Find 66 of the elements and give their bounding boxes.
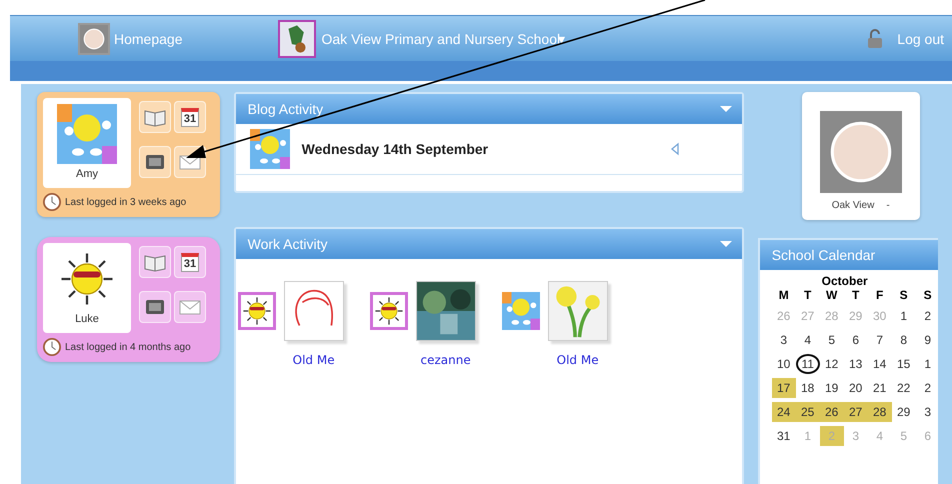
calendar-day[interactable]: 1 [916, 354, 940, 374]
calendar-day[interactable]: 1 [892, 306, 916, 326]
calendar-day[interactable]: 17 [772, 378, 796, 398]
calendar-day[interactable]: 3 [772, 330, 796, 350]
calendar-icon: 31 [180, 252, 200, 272]
book-button[interactable] [139, 101, 171, 133]
weekday-label: W [825, 288, 838, 302]
calendar-day[interactable]: 2 [916, 306, 940, 326]
collapse-icon[interactable] [720, 241, 732, 247]
work-title-link[interactable]: Old Me [556, 353, 599, 367]
expand-icon[interactable] [670, 142, 680, 156]
pupil-name: Luke [75, 313, 99, 325]
calendar-day[interactable]: 15 [892, 354, 916, 374]
calendar-day[interactable]: 24 [772, 402, 796, 422]
pupil-name: Amy [76, 168, 98, 180]
calendar-day[interactable]: 4 [796, 330, 820, 350]
weekday-label: T [851, 288, 860, 302]
calendar-day[interactable]: 11 [796, 354, 820, 374]
calendar-day[interactable]: 22 [892, 378, 916, 398]
calendar-day[interactable]: 19 [820, 378, 844, 398]
pupil-card[interactable]: Luke 31 Last logged in 4 months ago [37, 237, 220, 362]
pupil-card[interactable]: Amy 31 Last logged in 3 weeks ago [37, 92, 220, 217]
panel-title: School Calendar [772, 247, 876, 263]
weekday-label: T [803, 288, 812, 302]
calendar-day[interactable]: 29 [892, 402, 916, 422]
weekday-label: S [898, 288, 909, 302]
calendar-day[interactable]: 14 [868, 354, 892, 374]
calendar-day[interactable]: 6 [844, 330, 868, 350]
clock-icon [43, 338, 61, 356]
calendar-icon: 31 [180, 108, 200, 126]
calendar-day[interactable]: 25 [796, 402, 820, 422]
calendar-day[interactable]: 31 [772, 426, 796, 446]
weekday-label: M [778, 288, 790, 302]
profile-menu[interactable]: - [886, 200, 890, 211]
calendar-button[interactable]: 31 [174, 101, 206, 133]
book-button[interactable] [139, 246, 171, 278]
calendar-day[interactable]: 27 [844, 402, 868, 422]
calendar-day[interactable]: 2 [916, 378, 940, 398]
calendar-day[interactable]: 5 [820, 330, 844, 350]
work-title-link[interactable]: cezanne [420, 353, 471, 367]
collapse-icon[interactable] [720, 106, 732, 112]
calendar-day[interactable]: 3 [916, 402, 940, 422]
clock-icon [43, 193, 61, 211]
work-title-link[interactable]: Old Me [292, 353, 335, 367]
calendar-day[interactable]: 20 [844, 378, 868, 398]
blog-entry-title[interactable]: Wednesday 14th September [302, 141, 488, 157]
last-login-text: Last logged in 4 months ago [65, 342, 191, 352]
calendar-day[interactable]: 7 [868, 330, 892, 350]
calendar-day[interactable]: 26 [820, 402, 844, 422]
calendar-day[interactable]: 9 [916, 330, 940, 350]
calendar-button[interactable]: 31 [174, 246, 206, 278]
padlock-icon [867, 28, 884, 48]
last-login-text: Last logged in 3 weeks ago [65, 196, 186, 208]
calendar-day[interactable]: 8 [892, 330, 916, 350]
calendar-day[interactable]: 18 [796, 378, 820, 398]
calendar-day[interactable]: 13 [844, 354, 868, 374]
calendar-day[interactable]: 10 [772, 354, 796, 374]
weekday-label: F [875, 288, 884, 302]
calendar-day[interactable]: 21 [868, 378, 892, 398]
profile-name: Oak View [832, 200, 874, 211]
panel-title: Work Activity [248, 236, 328, 252]
weekday-label: S [922, 288, 933, 302]
panel-title: Blog Activity [248, 101, 324, 117]
calendar-day[interactable]: 28 [868, 402, 892, 422]
calendar-day[interactable]: 12 [820, 354, 844, 374]
month-label: October [820, 274, 869, 288]
